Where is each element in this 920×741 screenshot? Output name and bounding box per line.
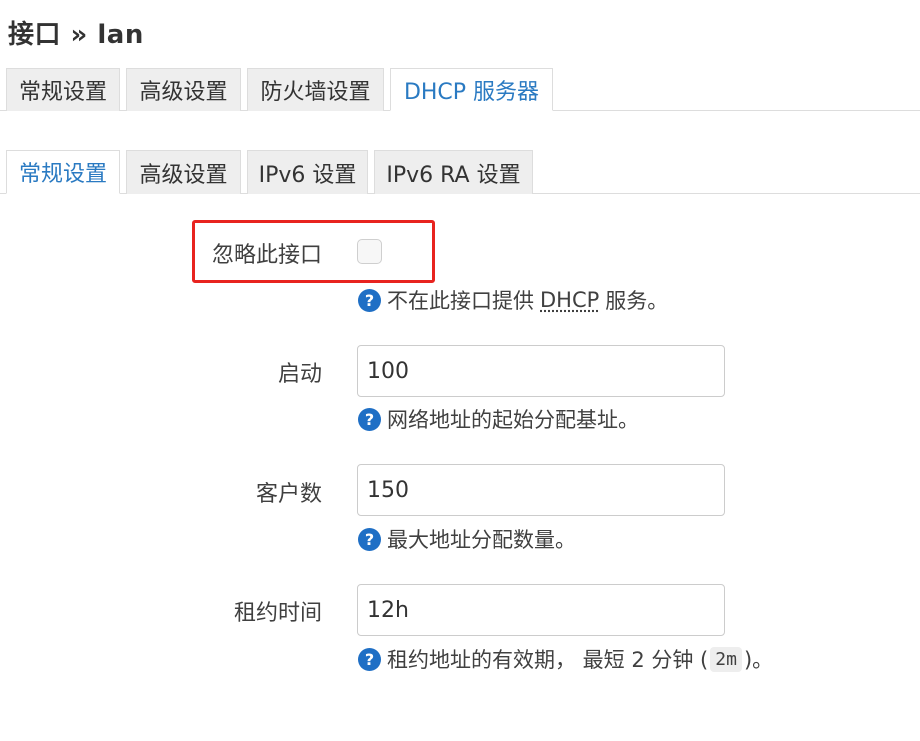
- ignore-interface-help: ? 不在此接口提供 DHCP 服务。: [358, 285, 668, 315]
- code-sample: 2m: [710, 646, 742, 672]
- help-text: 网络地址的起始分配基址。: [387, 408, 639, 432]
- question-circle-icon: ?: [358, 407, 381, 431]
- leasetime-input[interactable]: 12h: [357, 584, 725, 636]
- question-circle-icon: ?: [358, 527, 381, 551]
- tab-firewall-settings[interactable]: 防火墙设置: [247, 68, 384, 111]
- tab-dhcp-server[interactable]: DHCP 服务器: [390, 68, 553, 111]
- tab-general-settings[interactable]: 常规设置: [6, 68, 120, 111]
- help-text: 租约地址的有效期， 最短 2 分钟 (: [387, 648, 709, 672]
- subtab-ipv6-settings[interactable]: IPv6 设置: [247, 150, 368, 194]
- help-text: )。: [743, 648, 774, 672]
- subtab-ipv6-ra-settings[interactable]: IPv6 RA 设置: [374, 150, 533, 194]
- help-text: 不在此接口提供: [387, 289, 534, 313]
- tab-advanced-settings[interactable]: 高级设置: [126, 68, 241, 111]
- dhcp-subtabbar: 常规设置 高级设置 IPv6 设置 IPv6 RA 设置: [0, 150, 920, 194]
- help-text: 服务。: [605, 289, 669, 313]
- interface-tabbar: 常规设置 高级设置 防火墙设置 DHCP 服务器: [0, 68, 920, 111]
- limit-label: 客户数: [255, 482, 322, 507]
- question-circle-icon: ?: [358, 647, 381, 671]
- start-help: ? 网络地址的起始分配基址。: [358, 404, 639, 434]
- leasetime-label: 租约时间: [233, 601, 322, 626]
- page-title: 接口 » lan: [8, 20, 144, 50]
- dhcp-abbr: DHCP: [540, 288, 600, 312]
- subtab-advanced-settings[interactable]: 高级设置: [126, 150, 241, 194]
- start-input[interactable]: 100: [357, 345, 725, 397]
- highlight-annotation: [192, 220, 435, 283]
- limit-input[interactable]: 150: [357, 464, 725, 516]
- subtab-general-settings[interactable]: 常规设置: [6, 150, 120, 194]
- start-label: 启动: [277, 362, 322, 387]
- limit-help: ? 最大地址分配数量。: [358, 524, 576, 554]
- question-circle-icon: ?: [358, 288, 381, 312]
- help-text: 最大地址分配数量。: [387, 528, 576, 552]
- leasetime-help: ? 租约地址的有效期， 最短 2 分钟 ( 2m )。: [358, 644, 773, 674]
